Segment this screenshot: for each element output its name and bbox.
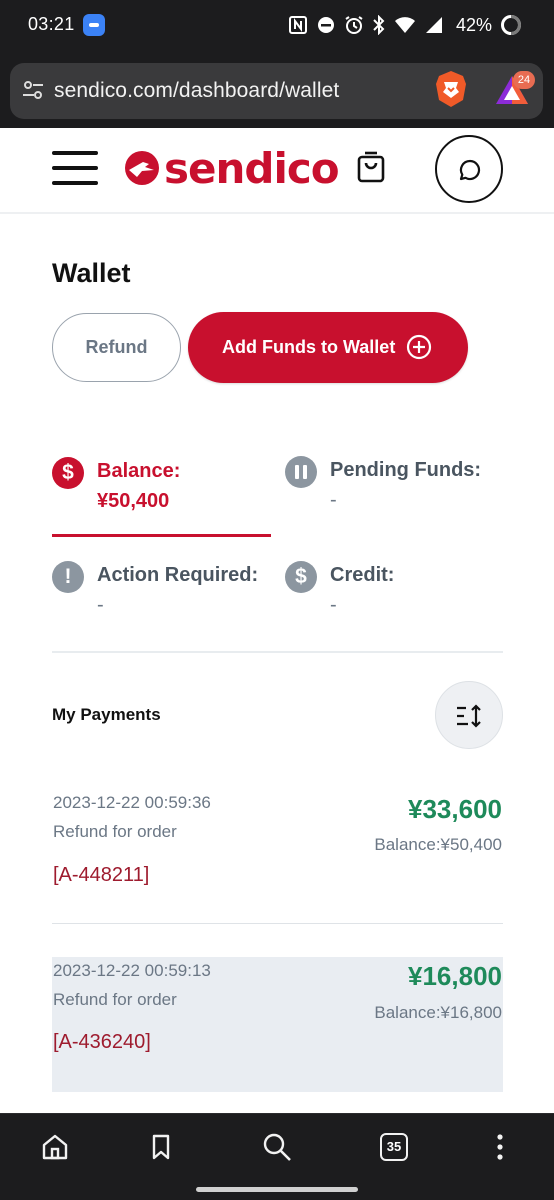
divider bbox=[52, 651, 503, 653]
nfc-icon bbox=[288, 16, 307, 34]
site-settings-icon[interactable] bbox=[22, 79, 44, 101]
chat-bubble-icon bbox=[459, 159, 481, 181]
balance-label: Balance: bbox=[97, 460, 181, 482]
sort-icon bbox=[457, 704, 481, 728]
balance-value: ¥50,400 bbox=[97, 490, 170, 512]
dollar-icon: $ bbox=[52, 457, 84, 489]
signal-icon bbox=[425, 17, 442, 33]
payment-row[interactable]: 2023-12-22 00:59:36 Refund for order [A-… bbox=[52, 780, 503, 922]
payment-description: Refund for order bbox=[53, 822, 177, 841]
chat-button[interactable] bbox=[435, 135, 503, 203]
add-funds-label: Add Funds to Wallet bbox=[222, 337, 396, 357]
action-label: Action Required: bbox=[97, 564, 259, 586]
url-text[interactable]: sendico.com/dashboard/wallet bbox=[54, 79, 339, 103]
payment-datetime: 2023-12-22 00:59:36 bbox=[53, 793, 211, 812]
search-icon[interactable] bbox=[262, 1132, 292, 1162]
credit-label: Credit: bbox=[330, 564, 395, 586]
notification-app-icon bbox=[83, 14, 105, 36]
pause-icon bbox=[285, 456, 317, 488]
brave-shields-icon[interactable] bbox=[434, 70, 468, 108]
tab-switcher-button[interactable]: 35 bbox=[380, 1133, 408, 1161]
gesture-home-indicator[interactable] bbox=[196, 1187, 358, 1192]
status-time: 03:21 bbox=[28, 14, 75, 34]
payment-amount: ¥16,800 bbox=[408, 961, 502, 991]
shopping-bag-icon[interactable] bbox=[356, 149, 386, 183]
add-funds-button[interactable]: Add Funds to Wallet bbox=[188, 312, 468, 383]
action-value: - bbox=[97, 594, 104, 616]
do-not-disturb-icon bbox=[317, 17, 334, 33]
browser-address-bar: sendico.com/dashboard/wallet 24 bbox=[0, 52, 554, 128]
wifi-icon bbox=[394, 17, 415, 33]
divider bbox=[52, 923, 503, 924]
order-reference-link[interactable]: [A-448211] bbox=[53, 864, 149, 887]
site-header: sendico bbox=[0, 128, 554, 214]
active-tab-indicator bbox=[52, 534, 271, 537]
status-icons: 42% bbox=[288, 12, 522, 38]
sendico-logo[interactable]: sendico bbox=[124, 142, 340, 194]
more-options-icon[interactable] bbox=[485, 1132, 515, 1162]
rewards-badge: 24 bbox=[513, 71, 535, 89]
bluetooth-icon bbox=[373, 15, 385, 35]
bookmark-icon[interactable] bbox=[146, 1132, 176, 1162]
refund-button[interactable]: Refund bbox=[52, 313, 181, 382]
payment-description: Refund for order bbox=[53, 990, 177, 1009]
credit-value: - bbox=[330, 594, 337, 616]
alarm-icon bbox=[345, 16, 363, 34]
hamburger-menu-icon[interactable] bbox=[52, 151, 98, 185]
status-bar: 03:21 42% bbox=[0, 0, 554, 52]
order-reference-link[interactable]: [A-436240] bbox=[53, 1031, 151, 1054]
section-title: My Payments bbox=[52, 705, 161, 724]
exclamation-icon: ! bbox=[52, 561, 84, 593]
home-icon[interactable] bbox=[40, 1132, 70, 1162]
payment-amount: ¥33,600 bbox=[408, 794, 502, 824]
battery-icon bbox=[501, 15, 521, 35]
sort-button[interactable] bbox=[435, 681, 503, 749]
battery-percent: 42% bbox=[455, 14, 492, 35]
payment-datetime: 2023-12-22 00:59:13 bbox=[53, 961, 211, 980]
pending-value: - bbox=[330, 489, 337, 511]
payment-balance: Balance:¥16,800 bbox=[374, 1003, 502, 1022]
logo-mark-icon bbox=[125, 151, 159, 185]
pending-label: Pending Funds: bbox=[330, 459, 482, 481]
page-title: Wallet bbox=[52, 258, 131, 288]
dollar-icon: $ bbox=[285, 561, 317, 593]
plus-circle-icon bbox=[406, 334, 432, 360]
payment-row[interactable]: 2023-12-22 00:59:13 Refund for order [A-… bbox=[52, 957, 503, 1092]
logo-text: sendico bbox=[164, 143, 340, 193]
payment-balance: Balance:¥50,400 bbox=[374, 835, 502, 854]
